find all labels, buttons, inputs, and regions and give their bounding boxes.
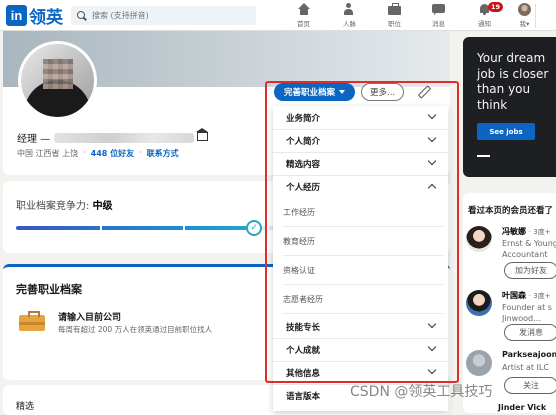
person-name[interactable]: 叶国森 · 3度+ <box>502 290 551 301</box>
complete-profile-button[interactable]: 完善职业档案 <box>274 82 356 101</box>
nav-network[interactable]: 人脉 <box>343 3 356 31</box>
chevron-down-icon <box>427 133 437 143</box>
linkedin-in-icon: in <box>6 5 27 26</box>
jobs-ad-card[interactable]: Your dream job is closer than you think … <box>463 37 556 177</box>
profile-photo[interactable] <box>18 41 97 120</box>
person-item[interactable]: 叶国森 · 3度+ Founder at s Jinwood… 发消息 <box>466 290 556 350</box>
person-headline: Ernst & Young Accountant <box>502 239 556 259</box>
chevron-down-icon <box>427 342 437 352</box>
add-education[interactable]: 教育经历 <box>283 227 443 256</box>
section-featured[interactable]: 精选内容 <box>273 152 448 175</box>
search-icon <box>77 10 87 21</box>
linkedin-logo[interactable]: in 领英 <box>6 5 63 28</box>
complete-profile-dropdown: 业务简介 个人简介 精选内容 个人经历 工作经历 教育经历 资格认证 志愿者经历… <box>273 106 448 411</box>
person-item[interactable]: Parkseajoon Artist at ILC 关注 <box>466 350 556 410</box>
strength-segment-gap <box>99 226 102 230</box>
featured-title: 精选 <box>16 402 35 412</box>
separator-dot: · <box>83 148 86 157</box>
nav-home-label: 首页 <box>297 20 310 28</box>
people-icon <box>343 3 356 16</box>
strength-meter-fill <box>16 226 255 230</box>
blurred-company-name <box>54 132 195 143</box>
nav-messaging[interactable]: 消息 <box>432 3 445 31</box>
add-work-experience[interactable]: 工作经历 <box>283 198 443 227</box>
profile-strength-title: 职业档案竞争力: 中级 <box>16 201 113 212</box>
pencil-icon[interactable] <box>416 84 432 100</box>
ad-headline: Your dream job is closer than you think <box>477 51 549 112</box>
follow-button[interactable]: 关注 <box>504 377 556 394</box>
person-avatar[interactable] <box>466 350 492 376</box>
caret-down-icon <box>339 89 346 94</box>
add-company-description: 每周有超过 200 万人在领英通过目前职位找人 <box>58 325 213 334</box>
contact-info-link[interactable]: 联系方式 <box>147 148 179 159</box>
nav-divider <box>535 4 536 28</box>
connections-link[interactable]: 448 位好友 <box>91 148 134 159</box>
section-about[interactable]: 个人简介 <box>273 129 448 152</box>
company-icon <box>196 128 208 141</box>
nav-me-label: 我▾ <box>519 20 530 28</box>
nav-jobs-label: 职位 <box>388 20 401 28</box>
ad-divider <box>477 155 490 157</box>
person-item[interactable]: 冯敏娜 · 3度+ Ernst & Young Accountant 加为好友 <box>466 226 556 286</box>
message-button[interactable]: 发消息 <box>504 324 556 341</box>
people-also-viewed-title: 看过本页的会员还看了 <box>468 206 554 216</box>
chevron-down-icon <box>427 365 437 375</box>
headline-text: 经理 — <box>17 134 51 145</box>
separator-dot: · <box>139 148 142 157</box>
person-avatar[interactable] <box>466 226 492 252</box>
chevron-up-icon <box>427 183 437 193</box>
strength-segment-gap <box>183 226 186 230</box>
briefcase-icon <box>19 311 45 331</box>
nav-jobs[interactable]: 职位 <box>388 3 401 31</box>
search-bar[interactable] <box>71 6 256 25</box>
see-jobs-button[interactable]: See jobs <box>477 123 535 140</box>
add-volunteer-experience[interactable]: 志愿者经历 <box>283 285 443 314</box>
location-line: 中国 江西省 上饶 · 448 位好友 · 联系方式 <box>17 148 179 159</box>
search-input[interactable] <box>92 11 252 20</box>
section-business-intro[interactable]: 业务简介 <box>273 106 448 129</box>
home-icon <box>297 3 310 16</box>
people-also-viewed-card: 看过本页的会员还看了 冯敏娜 · 3度+ Ernst & Young Accou… <box>463 193 556 413</box>
person-name[interactable]: 冯敏娜 · 3度+ <box>502 226 551 237</box>
chevron-down-icon <box>427 110 437 120</box>
watermark: CSDN @领英工具技巧 <box>350 384 493 400</box>
add-certification[interactable]: 资格认证 <box>283 256 443 285</box>
strength-segment-gap <box>266 226 269 230</box>
nav-me[interactable]: 我▾ <box>518 3 531 31</box>
me-avatar <box>518 3 531 16</box>
add-company-link[interactable]: 请输入目前公司 <box>58 310 121 323</box>
pixelated-face <box>43 59 73 89</box>
section-background[interactable]: 个人经历 <box>273 175 448 198</box>
logo-text: 领英 <box>29 8 63 28</box>
person-name[interactable]: Parkseajoon <box>502 350 556 359</box>
person-headline: Artist at ILC <box>502 363 549 372</box>
nav-home[interactable]: 首页 <box>297 3 310 31</box>
more-button[interactable]: 更多... <box>361 82 405 101</box>
complete-profile-title: 完善职业档案 <box>16 283 82 296</box>
chevron-down-icon <box>427 156 437 166</box>
person-headline: Founder at s Jinwood… <box>502 303 552 323</box>
person-avatar[interactable] <box>466 290 492 316</box>
connect-button[interactable]: 加为好友 <box>504 262 556 279</box>
profile-actions: 完善职业档案 更多... <box>274 82 432 101</box>
notification-count-badge: 19 <box>488 2 504 12</box>
messaging-icon <box>432 3 445 16</box>
briefcase-icon <box>388 3 401 16</box>
location-text: 中国 江西省 上饶 <box>17 149 79 158</box>
nav-messaging-label: 消息 <box>432 20 445 28</box>
strength-level: 中级 <box>92 201 113 212</box>
section-skills[interactable]: 技能专长 <box>273 315 448 338</box>
briefcase-band <box>19 322 45 325</box>
section-accomplishments[interactable]: 个人成就 <box>273 338 448 361</box>
chevron-down-icon <box>427 319 437 329</box>
check-icon: ✓ <box>246 220 263 236</box>
profile-headline: 经理 — <box>17 130 195 145</box>
nav-network-label: 人脉 <box>343 20 356 28</box>
top-nav-bar: in 领英 首页 人脉 职位 消息 通知 19 我▾ <box>0 0 556 31</box>
nav-notifications-label: 通知 <box>478 20 491 28</box>
